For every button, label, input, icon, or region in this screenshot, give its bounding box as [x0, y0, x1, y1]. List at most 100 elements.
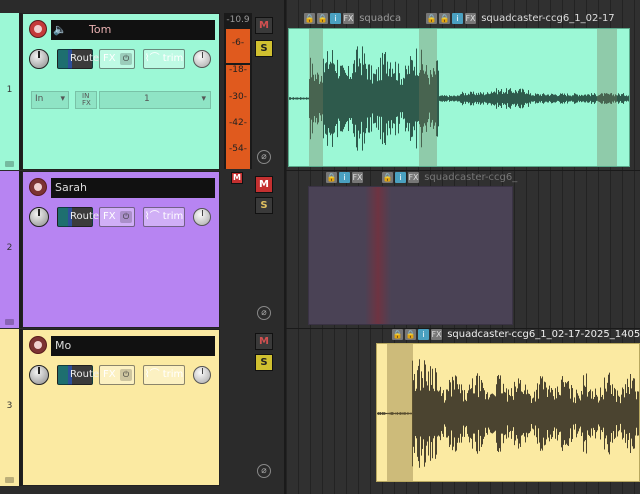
- peak-readout[interactable]: -10.9: [224, 15, 252, 25]
- waveform-sample: [490, 93, 491, 104]
- track-name-field[interactable]: Mo: [51, 336, 215, 356]
- waveform-sample: [439, 96, 440, 101]
- lock-icon[interactable]: 🔒: [382, 172, 393, 183]
- waveform-sample: [408, 65, 409, 132]
- waveform-sample: [303, 97, 304, 100]
- waveform-sample: [459, 384, 460, 443]
- folder-icon[interactable]: [5, 319, 14, 325]
- fx-icon[interactable]: FX: [408, 172, 419, 183]
- waveform-sample: [571, 385, 572, 442]
- input-select[interactable]: In ▾: [31, 91, 69, 109]
- track-number-3[interactable]: 3: [0, 329, 22, 486]
- fx-button[interactable]: FX ⏻: [99, 365, 135, 385]
- waveform-sample: [377, 81, 378, 116]
- volume-knob[interactable]: [29, 207, 49, 227]
- solo-button-track3[interactable]: S: [255, 354, 273, 371]
- fx-icon[interactable]: FX: [465, 13, 476, 24]
- media-item-mo[interactable]: [376, 343, 640, 482]
- track-name-field[interactable]: Sarah: [51, 178, 215, 198]
- info-icon[interactable]: i: [339, 172, 350, 183]
- item-header[interactable]: 🔒 i FX squadcaster-ccg6_: [382, 172, 517, 184]
- volume-knob[interactable]: [29, 365, 49, 385]
- waveform-sample: [443, 96, 444, 101]
- folder-icon[interactable]: [5, 477, 14, 483]
- fx-icon[interactable]: FX: [343, 13, 354, 24]
- lock-icon[interactable]: 🔒: [405, 329, 416, 340]
- route-button[interactable]: Route: [57, 49, 99, 69]
- lock-icon[interactable]: 🔒: [317, 13, 328, 24]
- folder-icon[interactable]: [5, 161, 14, 167]
- item-header[interactable]: 🔒 🔒 i FX squadca: [304, 13, 401, 25]
- volume-knob[interactable]: [29, 49, 49, 69]
- record-arm-icon[interactable]: [29, 336, 47, 354]
- pan-knob[interactable]: [193, 366, 211, 384]
- fx-button[interactable]: FX ⏻: [99, 49, 135, 69]
- phase-icon[interactable]: ⌀: [257, 150, 271, 164]
- waveform-sample: [554, 399, 555, 428]
- track-panel-tom[interactable]: Tom 🔈 Route FX ⏻ ⌇⌒ trim In ▾ IN FX 1 ▾: [22, 13, 220, 170]
- track-panel-mo[interactable]: Mo Route FX ⏻ ⌇⌒ trim: [22, 329, 220, 486]
- track-name-field[interactable]: Tom: [51, 20, 215, 40]
- lock-icon[interactable]: 🔒: [439, 13, 450, 24]
- waveform-sample: [445, 400, 446, 427]
- input-fx-button[interactable]: IN FX: [75, 91, 97, 109]
- item-header[interactable]: 🔒 🔒 i FX squadcaster-ccg6_1_02-17: [426, 13, 615, 25]
- lock-icon[interactable]: 🔒: [392, 329, 403, 340]
- route-button[interactable]: Route: [57, 365, 99, 385]
- track-number-2[interactable]: 2: [0, 171, 22, 328]
- lock-icon[interactable]: 🔒: [304, 13, 315, 24]
- solo-button-track2[interactable]: S: [255, 197, 273, 214]
- waveform-sample: [534, 391, 535, 436]
- power-icon[interactable]: ⏻: [120, 369, 132, 381]
- waveform-sample: [559, 394, 560, 433]
- track-panel-sarah[interactable]: Sarah Route FX ⏻ ⌇⌒ trim: [22, 171, 220, 328]
- info-icon[interactable]: i: [395, 172, 406, 183]
- lock-icon[interactable]: 🔒: [426, 13, 437, 24]
- waveform-sample: [633, 378, 634, 449]
- waveform-sample: [307, 97, 308, 100]
- phase-icon[interactable]: ⌀: [257, 306, 271, 320]
- waveform-sample: [576, 389, 577, 438]
- waveform-sample: [568, 380, 569, 447]
- mute-button-track2[interactable]: M: [255, 176, 273, 193]
- route-button[interactable]: Route: [57, 207, 99, 227]
- waveform-sample: [343, 67, 344, 130]
- waveform-sample: [385, 412, 386, 415]
- waveform-sample: [499, 378, 500, 449]
- waveform-sample: [438, 391, 439, 436]
- fx-icon[interactable]: FX: [352, 172, 363, 183]
- waveform-sample: [575, 93, 576, 104]
- item-header[interactable]: 🔒 i FX: [326, 172, 365, 184]
- info-icon[interactable]: i: [330, 13, 341, 24]
- pan-knob[interactable]: [193, 50, 211, 68]
- pan-knob[interactable]: [193, 208, 211, 226]
- fx-icon[interactable]: FX: [431, 329, 442, 340]
- track-meter[interactable]: -10.9 -6- -18- -30- -42- -54-: [224, 13, 252, 169]
- waveform-sample: [440, 95, 441, 102]
- track-number-1[interactable]: 1: [0, 13, 22, 170]
- record-arm-icon[interactable]: [29, 20, 47, 38]
- speaker-icon[interactable]: 🔈: [53, 23, 67, 36]
- input-channel-select[interactable]: 1 ▾: [99, 91, 211, 109]
- media-item-tom[interactable]: [288, 28, 630, 167]
- mute-button-track3[interactable]: M: [255, 333, 273, 350]
- power-icon[interactable]: ⏻: [120, 53, 132, 65]
- info-icon[interactable]: i: [452, 13, 463, 24]
- fx-button[interactable]: FX ⏻: [99, 207, 135, 227]
- phase-icon[interactable]: ⌀: [257, 464, 271, 478]
- record-arm-icon[interactable]: [29, 178, 47, 196]
- trim-button[interactable]: ⌇⌒ trim: [143, 49, 185, 69]
- waveform-sample: [424, 360, 425, 467]
- waveform-sample: [517, 93, 518, 104]
- item-header[interactable]: 🔒 🔒 i FX squadcaster-ccg6_1_02-17-2025_1405…: [392, 329, 640, 341]
- solo-button-track1[interactable]: S: [255, 40, 273, 57]
- mute-button-track1[interactable]: M: [255, 17, 273, 34]
- trim-button[interactable]: ⌇⌒ trim: [143, 207, 185, 227]
- meter-mute-indicator[interactable]: M: [231, 172, 243, 184]
- trim-button[interactable]: ⌇⌒ trim: [143, 365, 185, 385]
- media-item-sarah[interactable]: [308, 186, 513, 325]
- power-icon[interactable]: ⏻: [120, 211, 132, 223]
- lock-icon[interactable]: 🔒: [326, 172, 337, 183]
- arrange-view[interactable]: 🔒 🔒 i FX squadca 🔒 🔒 i FX squadcaster-ccg6_1_0…: [286, 0, 640, 494]
- info-icon[interactable]: i: [418, 329, 429, 340]
